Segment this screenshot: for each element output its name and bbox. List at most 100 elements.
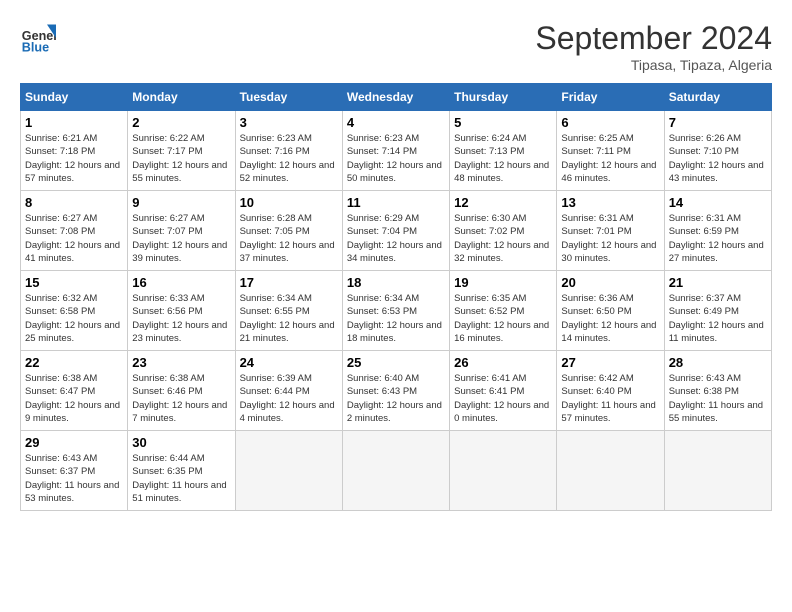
calendar-day: 3 Sunrise: 6:23 AMSunset: 7:16 PMDayligh… bbox=[235, 111, 342, 191]
day-info: Sunrise: 6:35 AMSunset: 6:52 PMDaylight:… bbox=[454, 293, 549, 344]
page-header: General Blue September 2024 Tipasa, Tipa… bbox=[20, 20, 772, 73]
header-thursday: Thursday bbox=[450, 84, 557, 111]
calendar-day: 14 Sunrise: 6:31 AMSunset: 6:59 PMDaylig… bbox=[664, 191, 771, 271]
calendar-day: 2 Sunrise: 6:22 AMSunset: 7:17 PMDayligh… bbox=[128, 111, 235, 191]
calendar-day: 7 Sunrise: 6:26 AMSunset: 7:10 PMDayligh… bbox=[664, 111, 771, 191]
day-info: Sunrise: 6:33 AMSunset: 6:56 PMDaylight:… bbox=[132, 293, 227, 344]
day-number: 5 bbox=[454, 115, 552, 130]
day-number: 7 bbox=[669, 115, 767, 130]
empty-cell bbox=[342, 431, 449, 511]
calendar-day: 25 Sunrise: 6:40 AMSunset: 6:43 PMDaylig… bbox=[342, 351, 449, 431]
day-number: 13 bbox=[561, 195, 659, 210]
header-wednesday: Wednesday bbox=[342, 84, 449, 111]
calendar-day: 29 Sunrise: 6:43 AMSunset: 6:37 PMDaylig… bbox=[21, 431, 128, 511]
day-info: Sunrise: 6:27 AMSunset: 7:08 PMDaylight:… bbox=[25, 213, 120, 264]
empty-cell bbox=[235, 431, 342, 511]
calendar-day: 13 Sunrise: 6:31 AMSunset: 7:01 PMDaylig… bbox=[557, 191, 664, 271]
calendar-day: 6 Sunrise: 6:25 AMSunset: 7:11 PMDayligh… bbox=[557, 111, 664, 191]
day-info: Sunrise: 6:23 AMSunset: 7:16 PMDaylight:… bbox=[240, 133, 335, 184]
day-number: 8 bbox=[25, 195, 123, 210]
header-monday: Monday bbox=[128, 84, 235, 111]
day-number: 18 bbox=[347, 275, 445, 290]
day-number: 20 bbox=[561, 275, 659, 290]
location: Tipasa, Tipaza, Algeria bbox=[535, 57, 772, 73]
calendar-day: 23 Sunrise: 6:38 AMSunset: 6:46 PMDaylig… bbox=[128, 351, 235, 431]
day-number: 22 bbox=[25, 355, 123, 370]
day-number: 14 bbox=[669, 195, 767, 210]
calendar-day: 19 Sunrise: 6:35 AMSunset: 6:52 PMDaylig… bbox=[450, 271, 557, 351]
logo-icon: General Blue bbox=[20, 20, 56, 56]
day-info: Sunrise: 6:43 AMSunset: 6:38 PMDaylight:… bbox=[669, 373, 763, 424]
day-info: Sunrise: 6:38 AMSunset: 6:46 PMDaylight:… bbox=[132, 373, 227, 424]
calendar-day: 12 Sunrise: 6:30 AMSunset: 7:02 PMDaylig… bbox=[450, 191, 557, 271]
day-number: 12 bbox=[454, 195, 552, 210]
day-number: 3 bbox=[240, 115, 338, 130]
calendar-day: 8 Sunrise: 6:27 AMSunset: 7:08 PMDayligh… bbox=[21, 191, 128, 271]
day-number: 19 bbox=[454, 275, 552, 290]
calendar-day: 21 Sunrise: 6:37 AMSunset: 6:49 PMDaylig… bbox=[664, 271, 771, 351]
header-friday: Friday bbox=[557, 84, 664, 111]
day-number: 9 bbox=[132, 195, 230, 210]
day-info: Sunrise: 6:44 AMSunset: 6:35 PMDaylight:… bbox=[132, 453, 226, 504]
header-sunday: Sunday bbox=[21, 84, 128, 111]
calendar-day: 15 Sunrise: 6:32 AMSunset: 6:58 PMDaylig… bbox=[21, 271, 128, 351]
weekday-header-row: Sunday Monday Tuesday Wednesday Thursday… bbox=[21, 84, 772, 111]
day-info: Sunrise: 6:41 AMSunset: 6:41 PMDaylight:… bbox=[454, 373, 549, 424]
day-info: Sunrise: 6:25 AMSunset: 7:11 PMDaylight:… bbox=[561, 133, 656, 184]
logo: General Blue bbox=[20, 20, 56, 56]
day-info: Sunrise: 6:31 AMSunset: 6:59 PMDaylight:… bbox=[669, 213, 764, 264]
calendar-day: 4 Sunrise: 6:23 AMSunset: 7:14 PMDayligh… bbox=[342, 111, 449, 191]
day-info: Sunrise: 6:32 AMSunset: 6:58 PMDaylight:… bbox=[25, 293, 120, 344]
day-info: Sunrise: 6:42 AMSunset: 6:40 PMDaylight:… bbox=[561, 373, 655, 424]
day-info: Sunrise: 6:37 AMSunset: 6:49 PMDaylight:… bbox=[669, 293, 764, 344]
calendar-day: 5 Sunrise: 6:24 AMSunset: 7:13 PMDayligh… bbox=[450, 111, 557, 191]
month-title: September 2024 bbox=[535, 20, 772, 57]
day-number: 11 bbox=[347, 195, 445, 210]
day-info: Sunrise: 6:43 AMSunset: 6:37 PMDaylight:… bbox=[25, 453, 119, 504]
day-info: Sunrise: 6:28 AMSunset: 7:05 PMDaylight:… bbox=[240, 213, 335, 264]
day-number: 21 bbox=[669, 275, 767, 290]
day-number: 10 bbox=[240, 195, 338, 210]
day-number: 23 bbox=[132, 355, 230, 370]
day-info: Sunrise: 6:34 AMSunset: 6:53 PMDaylight:… bbox=[347, 293, 442, 344]
empty-cell bbox=[557, 431, 664, 511]
calendar-day: 16 Sunrise: 6:33 AMSunset: 6:56 PMDaylig… bbox=[128, 271, 235, 351]
day-info: Sunrise: 6:24 AMSunset: 7:13 PMDaylight:… bbox=[454, 133, 549, 184]
calendar-day: 22 Sunrise: 6:38 AMSunset: 6:47 PMDaylig… bbox=[21, 351, 128, 431]
day-number: 25 bbox=[347, 355, 445, 370]
day-number: 16 bbox=[132, 275, 230, 290]
day-info: Sunrise: 6:31 AMSunset: 7:01 PMDaylight:… bbox=[561, 213, 656, 264]
day-number: 28 bbox=[669, 355, 767, 370]
calendar-day: 28 Sunrise: 6:43 AMSunset: 6:38 PMDaylig… bbox=[664, 351, 771, 431]
day-number: 4 bbox=[347, 115, 445, 130]
calendar-day: 1 Sunrise: 6:21 AMSunset: 7:18 PMDayligh… bbox=[21, 111, 128, 191]
header-tuesday: Tuesday bbox=[235, 84, 342, 111]
calendar-day: 10 Sunrise: 6:28 AMSunset: 7:05 PMDaylig… bbox=[235, 191, 342, 271]
day-number: 26 bbox=[454, 355, 552, 370]
day-info: Sunrise: 6:26 AMSunset: 7:10 PMDaylight:… bbox=[669, 133, 764, 184]
day-info: Sunrise: 6:21 AMSunset: 7:18 PMDaylight:… bbox=[25, 133, 120, 184]
day-number: 17 bbox=[240, 275, 338, 290]
header-saturday: Saturday bbox=[664, 84, 771, 111]
day-info: Sunrise: 6:34 AMSunset: 6:55 PMDaylight:… bbox=[240, 293, 335, 344]
day-info: Sunrise: 6:36 AMSunset: 6:50 PMDaylight:… bbox=[561, 293, 656, 344]
calendar-day: 11 Sunrise: 6:29 AMSunset: 7:04 PMDaylig… bbox=[342, 191, 449, 271]
day-number: 1 bbox=[25, 115, 123, 130]
day-number: 6 bbox=[561, 115, 659, 130]
day-number: 30 bbox=[132, 435, 230, 450]
calendar-day: 18 Sunrise: 6:34 AMSunset: 6:53 PMDaylig… bbox=[342, 271, 449, 351]
day-number: 29 bbox=[25, 435, 123, 450]
day-info: Sunrise: 6:29 AMSunset: 7:04 PMDaylight:… bbox=[347, 213, 442, 264]
day-number: 24 bbox=[240, 355, 338, 370]
calendar-table: Sunday Monday Tuesday Wednesday Thursday… bbox=[20, 83, 772, 511]
calendar-day: 27 Sunrise: 6:42 AMSunset: 6:40 PMDaylig… bbox=[557, 351, 664, 431]
svg-text:Blue: Blue bbox=[22, 41, 49, 55]
day-info: Sunrise: 6:23 AMSunset: 7:14 PMDaylight:… bbox=[347, 133, 442, 184]
calendar-day: 17 Sunrise: 6:34 AMSunset: 6:55 PMDaylig… bbox=[235, 271, 342, 351]
calendar-day: 26 Sunrise: 6:41 AMSunset: 6:41 PMDaylig… bbox=[450, 351, 557, 431]
day-number: 27 bbox=[561, 355, 659, 370]
empty-cell bbox=[450, 431, 557, 511]
day-info: Sunrise: 6:22 AMSunset: 7:17 PMDaylight:… bbox=[132, 133, 227, 184]
title-section: September 2024 Tipasa, Tipaza, Algeria bbox=[535, 20, 772, 73]
day-number: 15 bbox=[25, 275, 123, 290]
